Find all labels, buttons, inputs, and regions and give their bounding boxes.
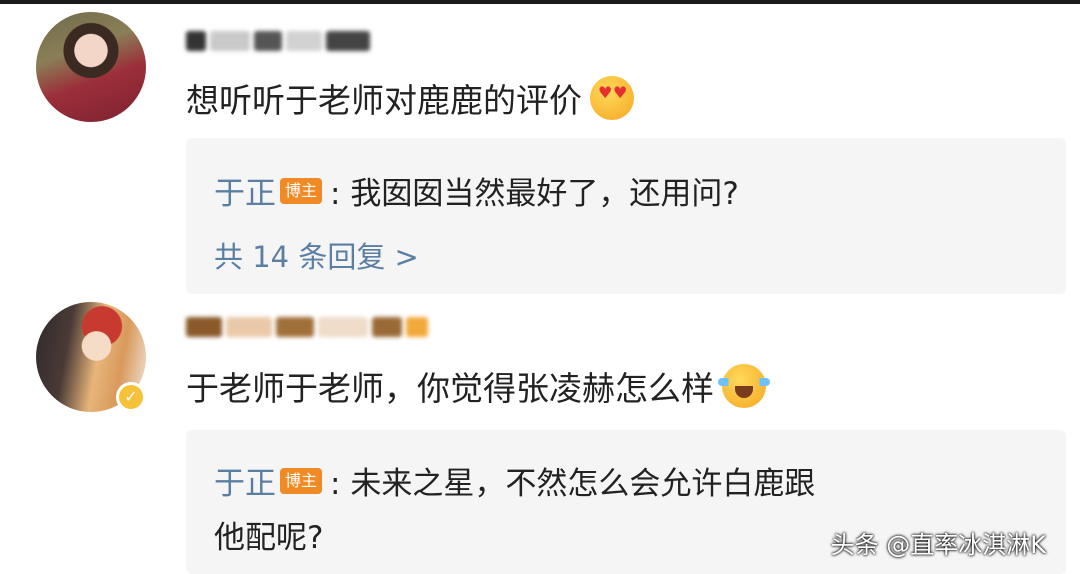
host-badge: 博主 bbox=[280, 177, 323, 204]
heart-eyes-emoji bbox=[590, 76, 634, 120]
reply-text: : 我囡囡当然最好了，还用问? bbox=[330, 176, 739, 212]
reply-text: : 未来之星，不然怎么会允许白鹿跟 bbox=[330, 466, 816, 502]
top-border bbox=[0, 0, 1080, 4]
username-blurred[interactable] bbox=[186, 312, 428, 342]
verified-badge-icon: ✓ bbox=[116, 382, 146, 412]
comment-body: 想听听于老师对鹿鹿的评价 bbox=[186, 81, 582, 120]
reply-text-continued: 他配呢? bbox=[214, 520, 324, 556]
username-blurred[interactable] bbox=[186, 26, 370, 56]
comment-text: 想听听于老师对鹿鹿的评价 bbox=[186, 74, 634, 122]
reply-box[interactable]: 于正 博主 : 我囡囡当然最好了，还用问? 共 14 条回复 > bbox=[186, 138, 1066, 294]
reply-author-link[interactable]: 于正 bbox=[214, 168, 276, 213]
comment-text: 于老师于老师，你觉得张凌赫怎么样 bbox=[186, 362, 770, 410]
comment-body: 于老师于老师，你觉得张凌赫怎么样 bbox=[186, 369, 714, 408]
crying-emoji bbox=[718, 364, 770, 408]
reply-author-link[interactable]: 于正 bbox=[214, 458, 276, 503]
view-more-replies-link[interactable]: 共 14 条回复 > bbox=[214, 234, 419, 276]
reply-line: 于正 博主 : 我囡囡当然最好了，还用问? bbox=[214, 168, 739, 213]
host-badge: 博主 bbox=[280, 467, 323, 494]
user-avatar[interactable] bbox=[36, 12, 146, 122]
reply-line: 于正 博主 : 未来之星，不然怎么会允许白鹿跟 bbox=[214, 458, 815, 503]
watermark: 头条 @直率冰淇淋K bbox=[830, 531, 1046, 559]
